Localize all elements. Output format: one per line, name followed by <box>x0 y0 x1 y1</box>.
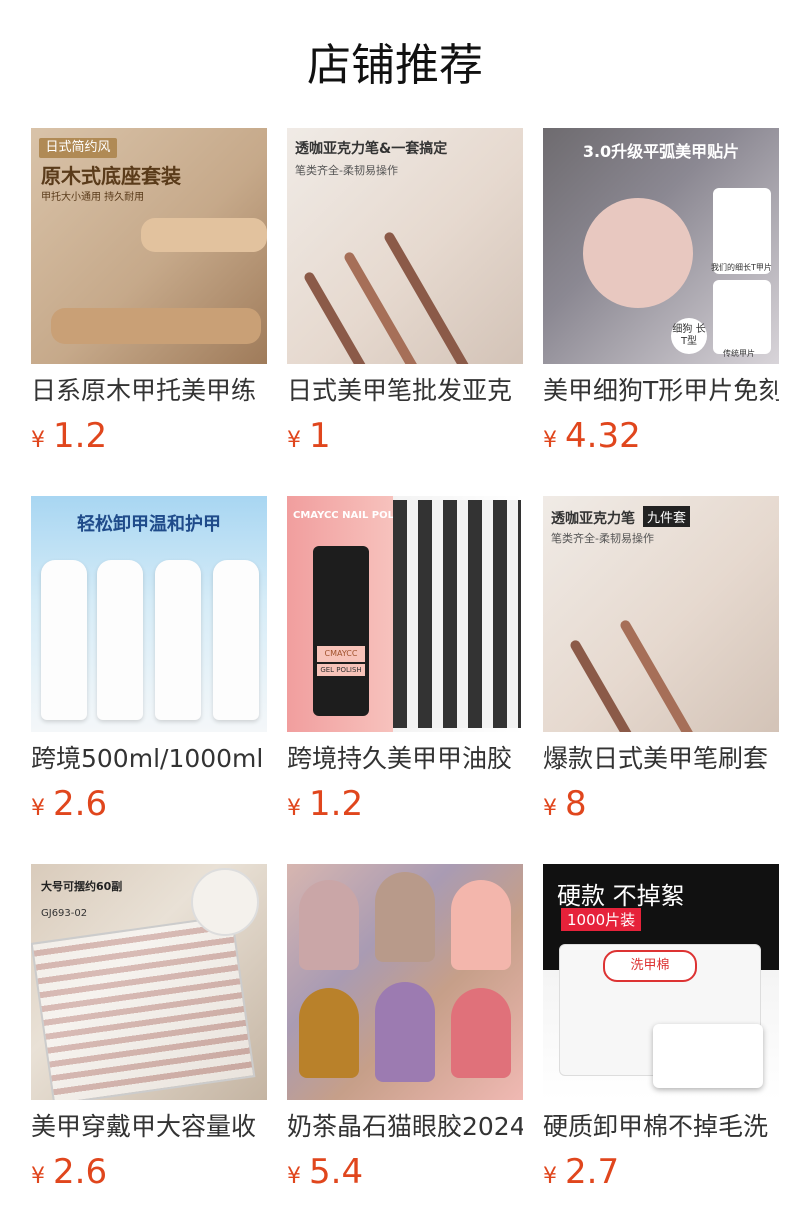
image-tag: 九件套 <box>643 506 691 527</box>
product-name[interactable]: 奶茶晶石猫眼胶2024 <box>287 1110 523 1144</box>
product-image[interactable]: 日式简约风 原木式底座套装 甲托大小通用 持久耐用 <box>31 128 267 364</box>
price-value: 8 <box>565 784 587 824</box>
plate-shape <box>191 868 259 936</box>
wood-base-shape <box>141 218 267 252</box>
product-name[interactable]: 跨境持久美甲甲油胶 <box>287 742 523 776</box>
nail-shape <box>451 880 511 970</box>
product-card-2[interactable]: 透咖亚克力笔&一套搞定 笔类齐全-柔韧易操作 日式美甲笔批发亚克 ¥1 <box>287 128 523 456</box>
product-card-5[interactable]: CMAYCC NAIL POLISH CMAYCC GEL POLISH 跨境持… <box>287 496 523 824</box>
brush-shape <box>618 618 728 732</box>
pack-label: 洗甲棉 <box>603 950 697 982</box>
image-headline: 透咖亚克力笔 <box>551 511 635 527</box>
product-price: ¥1 <box>287 416 331 456</box>
product-price: ¥2.7 <box>543 1152 619 1192</box>
image-headline: 透咖亚克力笔&一套搞定 <box>295 141 448 157</box>
product-price: ¥5.4 <box>287 1152 363 1192</box>
product-name[interactable]: 美甲穿戴甲大容量收 <box>31 1110 267 1144</box>
product-price: ¥2.6 <box>31 1152 107 1192</box>
image-subtext: 甲托大小通用 持久耐用 <box>41 192 145 203</box>
currency-symbol: ¥ <box>543 428 557 453</box>
product-name[interactable]: 硬质卸甲棉不掉毛洗 <box>543 1110 779 1144</box>
product-price: ¥1.2 <box>287 784 363 824</box>
image-headline: 轻松卸甲温和护甲 <box>77 514 221 535</box>
nail-shape <box>375 982 435 1082</box>
currency-symbol: ¥ <box>287 428 301 453</box>
product-image[interactable]: 轻松卸甲温和护甲 <box>31 496 267 732</box>
bottle-label: CMAYCC <box>317 646 365 662</box>
product-name[interactable]: 日系原木甲托美甲练 <box>31 374 267 408</box>
image-subtext: 笔类齐全-柔韧易操作 <box>551 532 654 545</box>
bottle-shape <box>97 560 143 720</box>
image-subtext: GJ693-02 <box>41 908 88 919</box>
image-subtext: 笔类齐全-柔韧易操作 <box>295 164 398 177</box>
product-image[interactable]: 透咖亚克力笔 九件套 笔类齐全-柔韧易操作 <box>543 496 779 732</box>
product-card-4[interactable]: 轻松卸甲温和护甲 跨境500ml/1000ml ¥2.6 <box>31 496 267 824</box>
product-image[interactable]: 大号可摆约60副 GJ693-02 <box>31 864 267 1100</box>
product-card-7[interactable]: 大号可摆约60副 GJ693-02 美甲穿戴甲大容量收 ¥2.6 <box>31 864 267 1192</box>
product-name[interactable]: 日式美甲笔批发亚克 <box>287 374 523 408</box>
product-image[interactable]: CMAYCC NAIL POLISH CMAYCC GEL POLISH <box>287 496 523 732</box>
price-value: 2.7 <box>565 1152 620 1192</box>
nail-shape <box>375 872 435 962</box>
wood-base-shape <box>51 308 261 344</box>
bottle-shape <box>155 560 201 720</box>
product-image[interactable]: 3.0升级平弧美甲贴片 我们的细长T甲片 传统甲片 细狗 长T型 <box>543 128 779 364</box>
price-value: 1.2 <box>53 416 108 456</box>
nail-shape <box>451 988 511 1078</box>
page-title: 店铺推荐 <box>307 40 483 91</box>
image-headline: 3.0升级平弧美甲贴片 <box>582 142 740 161</box>
product-card-9[interactable]: 硬款 不掉絮 1000片装 洗甲棉 硬质卸甲棉不掉毛洗 ¥2.7 <box>543 864 779 1192</box>
product-card-8[interactable]: 奶茶晶石猫眼胶2024 ¥5.4 <box>287 864 523 1192</box>
currency-symbol: ¥ <box>287 1164 301 1189</box>
storage-box-shape <box>31 914 256 1100</box>
brush-shape <box>302 270 412 364</box>
nail-shape <box>299 988 359 1078</box>
currency-symbol: ¥ <box>543 796 557 821</box>
product-price: ¥8 <box>543 784 587 824</box>
image-headline: 原木式底座套装 <box>41 164 181 188</box>
currency-symbol: ¥ <box>31 428 45 453</box>
bottle-shape <box>213 560 259 720</box>
product-card-6[interactable]: 透咖亚克力笔 九件套 笔类齐全-柔韧易操作 爆款日式美甲笔刷套 ¥8 <box>543 496 779 824</box>
price-value: 2.6 <box>53 1152 108 1192</box>
image-badge: 细狗 长T型 <box>671 318 707 354</box>
image-label: 传统甲片 <box>723 349 755 358</box>
image-label: 我们的细长T甲片 <box>711 263 772 272</box>
color-swatch-grid <box>393 500 521 728</box>
product-price: ¥2.6 <box>31 784 107 824</box>
price-value: 4.32 <box>565 416 641 456</box>
currency-symbol: ¥ <box>287 796 301 821</box>
image-tag: 1000片装 <box>561 908 642 931</box>
nail-shape <box>299 880 359 970</box>
product-name[interactable]: 跨境500ml/1000ml <box>31 742 267 776</box>
price-value: 1.2 <box>309 784 364 824</box>
currency-symbol: ¥ <box>31 1164 45 1189</box>
price-value: 1 <box>309 416 331 456</box>
hand-shape <box>583 198 693 308</box>
product-card-3[interactable]: 3.0升级平弧美甲贴片 我们的细长T甲片 传统甲片 细狗 长T型 美甲细狗T形甲… <box>543 128 779 456</box>
product-price: ¥4.32 <box>543 416 641 456</box>
product-price: ¥1.2 <box>31 416 107 456</box>
product-name[interactable]: 爆款日式美甲笔刷套 <box>543 742 779 776</box>
product-name[interactable]: 美甲细狗T形甲片免刻 <box>543 374 779 408</box>
product-card-1[interactable]: 日式简约风 原木式底座套装 甲托大小通用 持久耐用 日系原木甲托美甲练 ¥1.2 <box>31 128 267 456</box>
bottle-shape <box>313 546 369 716</box>
price-value: 2.6 <box>53 784 108 824</box>
image-tag: 日式简约风 <box>39 138 117 158</box>
currency-symbol: ¥ <box>31 796 45 821</box>
bottle-shape <box>41 560 87 720</box>
comparison-panel <box>713 280 771 354</box>
image-headline: 大号可摆约60副 <box>41 880 123 893</box>
image-headline: 硬款 不掉絮 <box>557 882 685 910</box>
product-image[interactable]: 硬款 不掉絮 1000片装 洗甲棉 <box>543 864 779 1100</box>
sponge-shape <box>653 1024 763 1088</box>
product-image[interactable]: 透咖亚克力笔&一套搞定 笔类齐全-柔韧易操作 <box>287 128 523 364</box>
price-value: 5.4 <box>309 1152 364 1192</box>
bottle-label: GEL POLISH <box>317 664 365 676</box>
currency-symbol: ¥ <box>543 1164 557 1189</box>
product-image[interactable] <box>287 864 523 1100</box>
